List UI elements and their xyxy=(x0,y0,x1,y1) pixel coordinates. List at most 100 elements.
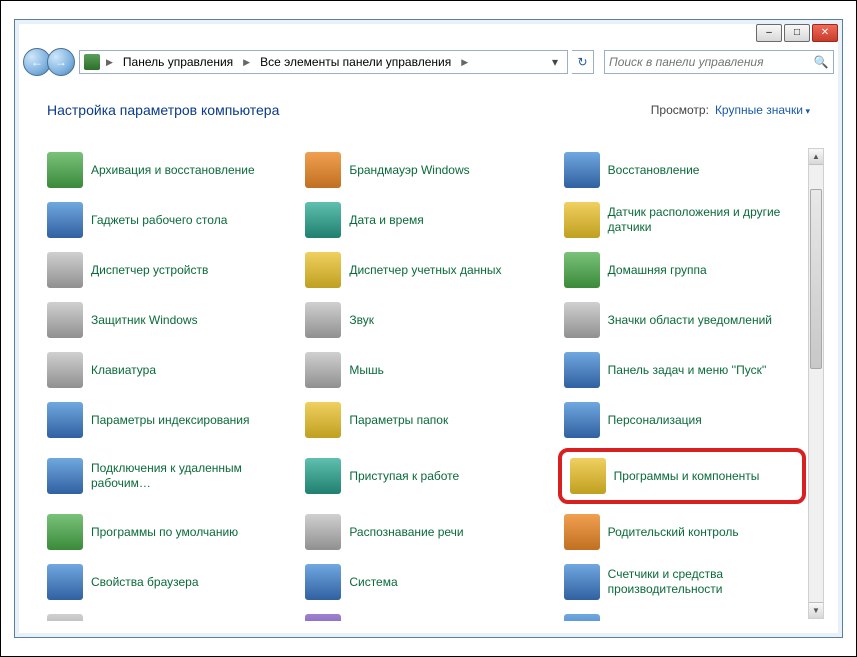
control-panel-item-defender[interactable]: Защитник Windows xyxy=(41,298,289,342)
control-panel-item-taskbar[interactable]: Панель задач и меню ''Пуск'' xyxy=(558,348,806,392)
parental-icon xyxy=(564,514,600,550)
item-label: Параметры папок xyxy=(349,413,448,428)
item-label: Звук xyxy=(349,313,374,328)
control-panel-icon xyxy=(84,54,100,70)
personalize-icon xyxy=(564,402,600,438)
programs-icon xyxy=(570,458,606,494)
control-panel-item-remote[interactable]: Подключения к удаленным рабочим… xyxy=(41,448,289,504)
devmgr-icon xyxy=(47,252,83,288)
titlebar-buttons: – □ ✕ xyxy=(756,24,838,42)
control-panel-item-phone[interactable]: Телефон и модем xyxy=(41,610,289,621)
control-panel-item-parental[interactable]: Родительский контроль xyxy=(558,510,806,554)
item-label: Архивация и восстановление xyxy=(91,163,255,178)
control-panel-item-homegroup[interactable]: Домашняя группа xyxy=(558,248,806,292)
troubleshoot-icon xyxy=(564,614,600,621)
control-panel-item-troubleshoot[interactable]: Устранение неполадок xyxy=(558,610,806,621)
control-panel-item-cred[interactable]: Диспетчер учетных данных xyxy=(299,248,547,292)
vertical-scrollbar[interactable]: ▲ ▼ xyxy=(808,148,824,619)
item-label: Программы по умолчанию xyxy=(91,525,238,540)
item-label: Дата и время xyxy=(349,213,423,228)
refresh-button[interactable]: ↻ xyxy=(572,50,594,74)
control-panel-item-system[interactable]: Система xyxy=(299,560,547,604)
perf-icon xyxy=(564,564,600,600)
control-panel-item-gadgets[interactable]: Гаджеты рабочего стола xyxy=(41,198,289,242)
breadcrumb-current[interactable]: Все элементы панели управления xyxy=(256,53,455,71)
homegroup-icon xyxy=(564,252,600,288)
item-label: Датчик расположения и другие датчики xyxy=(608,205,800,235)
highlighted-item: Программы и компоненты xyxy=(558,448,806,504)
cred-icon xyxy=(305,252,341,288)
breadcrumb-root[interactable]: Панель управления xyxy=(119,53,237,71)
control-panel-item-tray[interactable]: Значки области уведомлений xyxy=(558,298,806,342)
item-label: Подключения к удаленным рабочим… xyxy=(91,461,283,491)
content-area: Настройка параметров компьютера Просмотр… xyxy=(23,84,834,629)
forward-icon: → xyxy=(55,55,67,69)
item-label: Система xyxy=(349,575,397,590)
maximize-icon: □ xyxy=(794,28,800,38)
item-label: Свойства браузера xyxy=(91,575,199,590)
scroll-down-button[interactable]: ▼ xyxy=(809,602,823,618)
backup-icon xyxy=(47,152,83,188)
control-panel-item-defaults[interactable]: Программы по умолчанию xyxy=(41,510,289,554)
item-label: Программы и компоненты xyxy=(614,469,760,484)
control-panel-item-index[interactable]: Параметры индексирования xyxy=(41,398,289,442)
page-title: Настройка параметров компьютера xyxy=(47,102,651,118)
close-button[interactable]: ✕ xyxy=(812,24,838,42)
mouse-icon xyxy=(305,352,341,388)
control-panel-item-devmgr[interactable]: Диспетчер устройств xyxy=(41,248,289,292)
gadgets-icon xyxy=(47,202,83,238)
view-label: Просмотр: xyxy=(651,103,709,117)
address-bar[interactable]: ▶ Панель управления ▶ Все элементы панел… xyxy=(79,50,568,74)
remote-icon xyxy=(47,458,83,494)
folders-icon xyxy=(305,402,341,438)
clock-icon xyxy=(305,202,341,238)
content-header: Настройка параметров компьютера Просмотр… xyxy=(23,84,834,130)
item-label: Распознавание речи xyxy=(349,525,463,540)
address-dropdown[interactable]: ▾ xyxy=(547,55,563,69)
chevron-right-icon[interactable]: ▶ xyxy=(104,57,115,68)
forward-button[interactable]: → xyxy=(47,48,75,76)
search-box[interactable]: 🔍 xyxy=(604,50,834,74)
defender-icon xyxy=(47,302,83,338)
getting-started-icon xyxy=(305,458,341,494)
chevron-right-icon[interactable]: ▶ xyxy=(241,57,252,68)
control-panel-item-sensor[interactable]: Датчик расположения и другие датчики xyxy=(558,198,806,242)
scroll-up-button[interactable]: ▲ xyxy=(809,149,823,165)
item-label: Домашняя группа xyxy=(608,263,707,278)
control-panel-item-recovery[interactable]: Восстановление xyxy=(558,148,806,192)
item-label: Персонализация xyxy=(608,413,702,428)
chevron-right-icon[interactable]: ▶ xyxy=(459,57,470,68)
index-icon xyxy=(47,402,83,438)
browser-icon xyxy=(47,564,83,600)
control-panel-item-speech[interactable]: Распознавание речи xyxy=(299,510,547,554)
minimize-icon: – xyxy=(766,28,772,38)
keyboard-icon xyxy=(47,352,83,388)
scroll-thumb[interactable] xyxy=(810,189,822,369)
system-icon xyxy=(305,564,341,600)
recovery-icon xyxy=(564,152,600,188)
items-grid: Архивация и восстановление Брандмауэр Win… xyxy=(41,148,806,621)
control-panel-item-programs[interactable]: Программы и компоненты xyxy=(566,454,798,498)
control-panel-item-personalize[interactable]: Персонализация xyxy=(558,398,806,442)
color-icon xyxy=(305,614,341,621)
search-icon[interactable]: 🔍 xyxy=(813,54,829,70)
minimize-button[interactable]: – xyxy=(756,24,782,42)
control-panel-item-browser[interactable]: Свойства браузера xyxy=(41,560,289,604)
view-selector[interactable]: Крупные значки xyxy=(715,103,810,117)
control-panel-item-mouse[interactable]: Мышь xyxy=(299,348,547,392)
control-panel-item-clock[interactable]: Дата и время xyxy=(299,198,547,242)
toolbar: ← → ▶ Панель управления ▶ Все элементы п… xyxy=(23,46,834,78)
maximize-button[interactable]: □ xyxy=(784,24,810,42)
sound-icon xyxy=(305,302,341,338)
control-panel-item-color[interactable]: Управление цветом xyxy=(299,610,547,621)
control-panel-item-perf[interactable]: Счетчики и средства производительности xyxy=(558,560,806,604)
speech-icon xyxy=(305,514,341,550)
control-panel-item-keyboard[interactable]: Клавиатура xyxy=(41,348,289,392)
control-panel-item-backup[interactable]: Архивация и восстановление xyxy=(41,148,289,192)
control-panel-item-sound[interactable]: Звук xyxy=(299,298,547,342)
control-panel-item-firewall[interactable]: Брандмауэр Windows xyxy=(299,148,547,192)
search-input[interactable] xyxy=(609,55,813,69)
window: – □ ✕ ← → ▶ Панель управления ▶ Все элем… xyxy=(0,0,857,657)
control-panel-item-folders[interactable]: Параметры папок xyxy=(299,398,547,442)
control-panel-item-getting-started[interactable]: Приступая к работе xyxy=(299,448,547,504)
